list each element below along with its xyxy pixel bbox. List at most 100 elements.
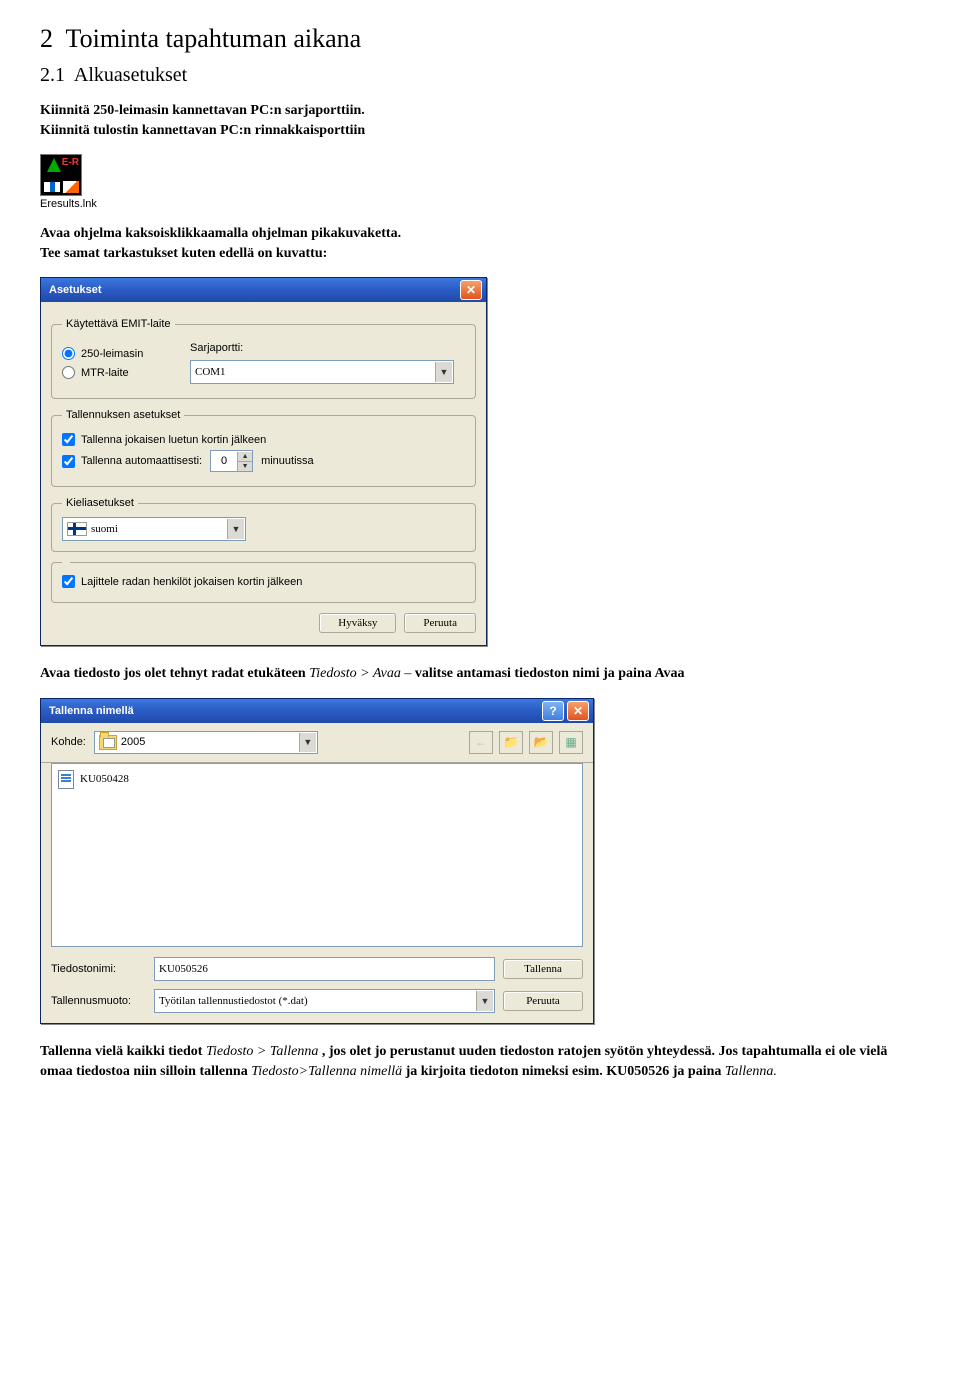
subsection-heading: 2.1 Alkuasetukset [40,64,920,87]
folder-open-icon [99,735,117,750]
close-button[interactable]: ✕ [567,701,589,721]
nav-back-button[interactable]: ← [469,731,493,754]
radio-250-label: 250-leimasin [81,348,143,360]
save-bold-1: Tallenna vielä kaikki tiedot [40,1044,202,1059]
checkbox-sort-input[interactable] [62,575,75,588]
heading-text: Toiminta tapahtuman aikana [66,24,362,53]
save-settings-legend: Tallennuksen asetukset [62,409,184,421]
heading-number: 2 [40,24,53,53]
settings-dialog: Asetukset ✕ Käytettävä EMIT-laite 250-le… [40,277,487,646]
radio-mtr-input[interactable] [62,366,75,379]
checkbox-sort-label: Lajittele radan henkilöt jokaisen kortin… [81,576,302,588]
language-value: suomi [91,523,118,535]
settings-titlebar: Asetukset ✕ [41,278,486,302]
checkbox-save-after-card-label: Tallenna jokaisen luetun kortin jälkeen [81,434,266,446]
language-select[interactable]: suomi ▼ [62,517,246,541]
emit-device-legend: Käytettävä EMIT-laite [62,318,175,330]
checkbox-autosave-input[interactable] [62,455,75,468]
settings-title: Asetukset [49,284,102,296]
autosave-minutes-spinbox[interactable]: 0 ▲ ▼ [210,450,253,472]
filetype-select[interactable]: Työtilan tallennustiedostot (*.dat) ▼ [154,989,495,1013]
folder-up-icon: 📁 [504,735,519,749]
section-heading: 2 Toiminta tapahtuman aikana [40,24,920,54]
save-as-title: Tallenna nimellä [49,705,134,717]
language-group: Kieliasetukset suomi ▼ [51,497,476,552]
serial-port-select[interactable]: COM1 ▼ [190,360,454,384]
autosave-minutes-value: 0 [211,455,237,467]
accept-button[interactable]: Hyväksy [319,613,396,633]
radio-mtr-label: MTR-laite [81,367,129,379]
save-menu-path-3: Tallenna. [725,1064,777,1079]
filename-input[interactable]: KU050526 [154,957,495,981]
filename-value: KU050526 [159,963,208,975]
sort-group: Lajittele radan henkilöt jokaisen kortin… [51,562,476,603]
autosave-minutes-suffix: minuutissa [261,455,314,467]
checkbox-save-after-card[interactable]: Tallenna jokaisen luetun kortin jälkeen [62,433,465,446]
emit-device-group: Käytettävä EMIT-laite 250-leimasin MTR-l… [51,318,476,399]
save-menu-path-2: Tiedosto>Tallenna nimellä [251,1064,402,1079]
instruction-line-2: Kiinnitä tulostin kannettavan PC:n rinna… [40,123,365,138]
file-item-label: KU050428 [80,773,129,785]
checkbox-autosave[interactable]: Tallenna automaattisesti: [62,455,202,468]
close-icon: ✕ [573,704,583,718]
checkbox-autosave-label: Tallenna automaattisesti: [81,455,202,467]
new-folder-icon: 📂 [534,735,549,749]
save-menu-path-1: Tiedosto > Tallenna [206,1044,318,1059]
instruction-line-3: Avaa ohjelma kaksoisklikkaamalla ohjelma… [40,226,401,241]
nav-up-button[interactable]: 📁 [499,731,523,754]
spin-down-icon[interactable]: ▼ [238,462,252,471]
paragraph-instructions-1: Kiinnitä 250-leimasin kannettavan PC:n s… [40,101,920,140]
checkbox-save-after-card-input[interactable] [62,433,75,446]
cancel-button[interactable]: Peruuta [503,991,583,1011]
filetype-label: Tallennusmuoto: [51,995,146,1007]
save-settings-group: Tallennuksen asetukset Tallenna jokaisen… [51,409,476,487]
filename-label: Tiedostonimi: [51,963,146,975]
flag-finland-icon [67,522,87,536]
save-as-titlebar: Tallenna nimellä ? ✕ [41,699,593,723]
language-legend: Kieliasetukset [62,497,138,509]
subheading-text: Alkuasetukset [74,64,187,86]
arrow-left-icon: ← [475,735,487,749]
help-icon: ? [549,704,556,718]
radio-250-leimasin-input[interactable] [62,347,75,360]
document-icon [58,770,74,789]
close-icon: ✕ [466,283,476,297]
chevron-down-icon: ▼ [435,362,452,382]
look-in-value: 2005 [121,736,145,748]
chevron-down-icon: ▼ [299,733,316,752]
checkbox-sort-after-card[interactable]: Lajittele radan henkilöt jokaisen kortin… [62,575,465,588]
serial-port-value: COM1 [195,366,226,378]
paragraph-save-file: Tallenna vielä kaikki tiedot Tiedosto > … [40,1042,920,1081]
serial-port-label: Sarjaportti: [190,342,465,354]
open-file-bold-2: valitse antamasi tiedoston nimi ja paina… [415,666,685,681]
radio-250-leimasin[interactable]: 250-leimasin [62,347,182,360]
nav-view-menu-button[interactable]: ▦ [559,731,583,754]
shortcut-icon-caption: Eresults.lnk [40,198,97,210]
save-as-dialog: Tallenna nimellä ? ✕ Kohde: 2005 ▼ ← 📁 📂 [40,698,594,1024]
instruction-line-1: Kiinnitä 250-leimasin kannettavan PC:n s… [40,103,365,118]
save-bold-3: ja kirjoita tiedoton nimeksi esim. KU050… [406,1064,722,1079]
chevron-down-icon: ▼ [476,991,493,1011]
look-in-select[interactable]: 2005 ▼ [94,731,318,754]
view-list-icon: ▦ [565,735,576,749]
nav-new-folder-button[interactable]: 📂 [529,731,553,754]
save-as-toolbar: Kohde: 2005 ▼ ← 📁 📂 ▦ [41,723,593,763]
help-button[interactable]: ? [542,701,564,721]
file-item[interactable]: KU050428 [58,770,576,789]
open-file-menu-path: Tiedosto > Avaa – [309,666,411,681]
subheading-number: 2.1 [40,64,65,86]
look-in-label: Kohde: [51,736,86,748]
spin-up-icon[interactable]: ▲ [238,452,252,462]
filetype-value: Työtilan tallennustiedostot (*.dat) [159,995,308,1007]
save-button[interactable]: Tallenna [503,959,583,979]
eresults-shortcut-icon: E-R [40,154,82,196]
file-list-pane[interactable]: KU050428 [51,763,583,947]
close-button[interactable]: ✕ [460,280,482,300]
cancel-button[interactable]: Peruuta [404,613,476,633]
chevron-down-icon: ▼ [227,519,244,539]
paragraph-instructions-2: Avaa ohjelma kaksoisklikkaamalla ohjelma… [40,224,920,263]
instruction-line-4: Tee samat tarkastukset kuten edellä on k… [40,246,327,261]
paragraph-open-file: Avaa tiedosto jos olet tehnyt radat etuk… [40,664,920,684]
open-file-bold-1: Avaa tiedosto jos olet tehnyt radat etuk… [40,666,306,681]
radio-mtr-laite[interactable]: MTR-laite [62,366,182,379]
